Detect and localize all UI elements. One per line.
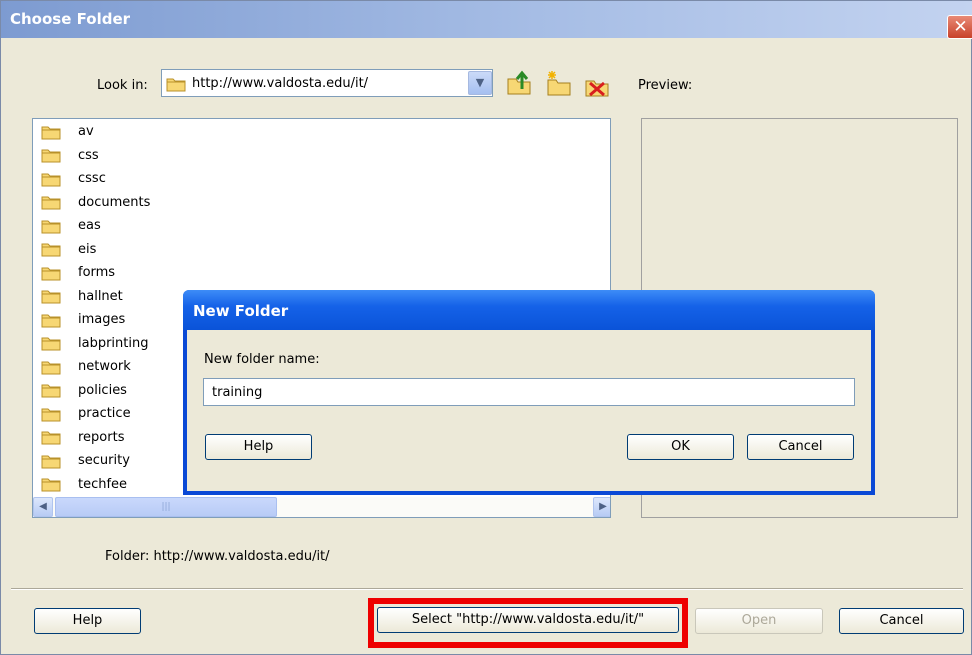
dialog-title-bar: New Folder — [183, 290, 875, 330]
folder-name: reports — [78, 429, 125, 445]
folder-icon — [41, 337, 61, 351]
folder-list-item[interactable]: network — [41, 355, 131, 378]
folder-list-item[interactable]: techfee — [41, 473, 127, 496]
folder-name: policies — [78, 382, 127, 398]
folder-list-item[interactable]: cssc — [41, 167, 106, 190]
look-in-label: Look in: — [97, 78, 148, 93]
folder-icon — [41, 220, 61, 233]
folder-name: css — [78, 147, 99, 163]
folder-icon — [41, 149, 61, 163]
title-bar: Choose Folder ✕ — [1, 1, 972, 39]
new-folder-icon[interactable] — [545, 69, 573, 97]
folder-name: eas — [78, 218, 101, 233]
folder-list-item[interactable]: labprinting — [41, 332, 148, 355]
dialog-title: New Folder — [193, 302, 289, 320]
folder-icon — [41, 173, 61, 186]
folder-name: network — [78, 359, 131, 374]
folder-icon — [41, 126, 61, 139]
new-folder-name-input[interactable] — [203, 378, 855, 406]
folder-name: practice — [78, 406, 131, 421]
open-button[interactable]: Open — [695, 608, 823, 634]
folder-name: cssc — [78, 171, 106, 186]
folder-name: hallnet — [78, 288, 123, 304]
folder-list-item[interactable]: practice — [41, 402, 131, 425]
folder-name: images — [78, 312, 126, 327]
folder-list-item[interactable]: css — [41, 144, 99, 167]
folder-list-item[interactable]: security — [41, 449, 130, 472]
horizontal-scrollbar[interactable]: ◀ ||| ▶ — [33, 497, 610, 517]
dialog-body: New folder name: Help OK Cancel — [187, 330, 871, 491]
folder-icon — [41, 314, 61, 327]
folder-name: documents — [78, 194, 151, 210]
folder-list-item[interactable]: policies — [41, 379, 127, 402]
folder-icon — [166, 78, 186, 92]
folder-icon — [41, 455, 61, 468]
dialog-help-button[interactable]: Help — [205, 434, 312, 460]
dialog-ok-button[interactable]: OK — [627, 434, 734, 460]
folder-icon — [41, 361, 61, 374]
folder-list-item[interactable]: eis — [41, 238, 96, 261]
folder-list-item[interactable]: images — [41, 308, 125, 331]
dialog-cancel-button[interactable]: Cancel — [747, 434, 854, 460]
folder-list-item[interactable]: eas — [41, 214, 101, 237]
close-button[interactable]: ✕ — [947, 15, 972, 39]
folder-name: forms — [78, 265, 116, 280]
scroll-left-button[interactable]: ◀ — [33, 497, 53, 517]
new-folder-dialog: New Folder New folder name: Help OK Canc… — [183, 290, 875, 495]
folder-list-item[interactable]: av — [41, 120, 94, 143]
folder-icon — [41, 431, 61, 445]
folder-icon — [41, 243, 61, 257]
look-in-combobox[interactable]: http://www.valdosta.edu/it/ ▼ — [161, 69, 493, 97]
help-button[interactable]: Help — [34, 608, 141, 634]
folder-path-line: Folder: http://www.valdosta.edu/it/ — [105, 549, 330, 564]
folder-name: eis — [78, 241, 97, 257]
folder-path-value: http://www.valdosta.edu/it/ — [153, 549, 330, 564]
folder-icon — [41, 290, 61, 304]
folder-name: av — [78, 124, 94, 139]
folder-icon — [41, 384, 61, 398]
divider — [11, 588, 963, 590]
folder-icon — [41, 196, 61, 210]
scroll-right-button[interactable]: ▶ — [593, 497, 610, 517]
up-one-level-icon[interactable] — [506, 69, 534, 97]
folder-icon — [41, 408, 61, 421]
folder-icon — [41, 478, 61, 492]
folder-list-item[interactable]: forms — [41, 261, 115, 284]
folder-path-label: Folder: — [105, 549, 150, 564]
window-title: Choose Folder — [10, 10, 131, 28]
folder-list-item[interactable]: hallnet — [41, 285, 123, 308]
folder-name: labprinting — [78, 335, 149, 351]
folder-list-item[interactable]: documents — [41, 191, 150, 214]
look-in-value: http://www.valdosta.edu/it/ — [192, 76, 369, 91]
delete-icon[interactable] — [583, 71, 611, 99]
chevron-down-icon: ▼ — [475, 76, 485, 89]
cancel-button[interactable]: Cancel — [839, 608, 964, 634]
preview-label: Preview: — [638, 78, 693, 93]
folder-icon — [41, 267, 61, 280]
highlight-annotation — [368, 598, 688, 648]
choose-folder-window: Choose Folder ✕ Look in: http://www.vald… — [0, 0, 972, 655]
folder-list-item[interactable]: reports — [41, 426, 124, 449]
new-folder-name-label: New folder name: — [204, 352, 320, 367]
folder-name: security — [78, 453, 130, 468]
dropdown-button[interactable]: ▼ — [468, 71, 492, 95]
folder-name: techfee — [78, 476, 128, 492]
horizontal-scroll-thumb[interactable]: ||| — [55, 497, 277, 517]
